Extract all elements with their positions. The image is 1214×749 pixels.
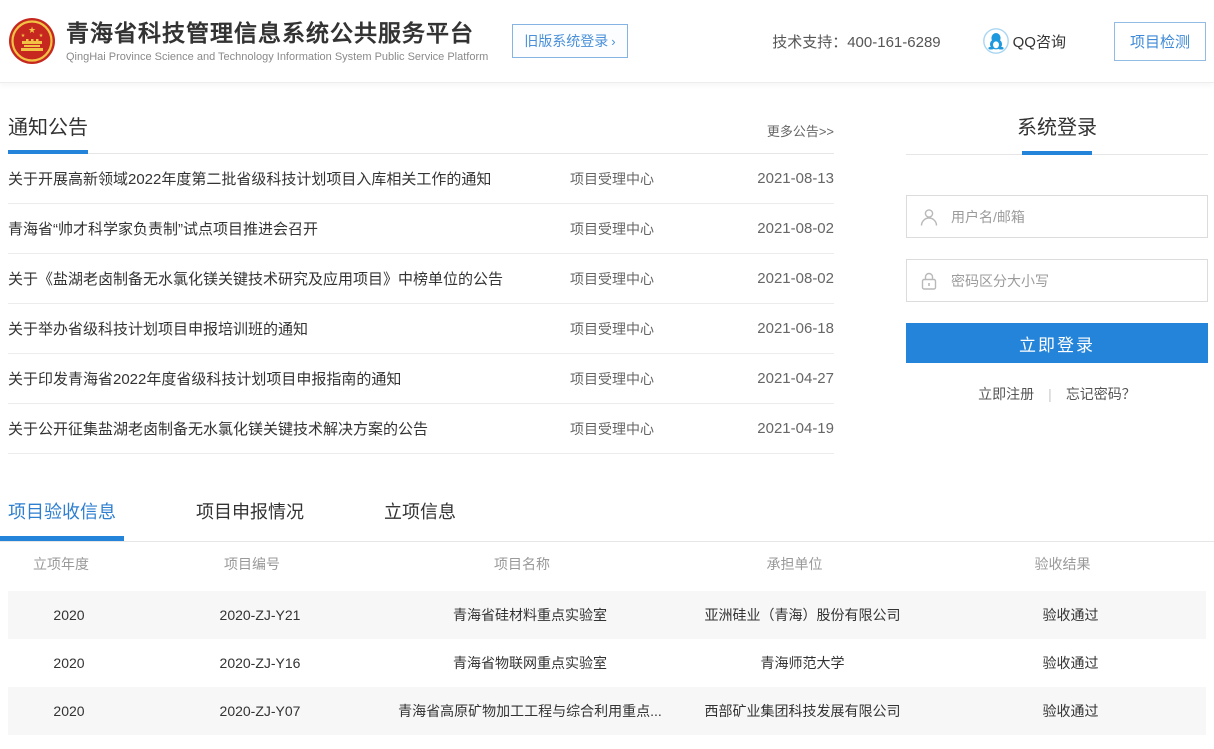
cell-code: 2020-ZJ-Y16 — [130, 655, 390, 671]
notice-title-underline — [8, 153, 834, 154]
notice-item: 关于公开征集盐湖老卤制备无水氯化镁关键技术解决方案的公告 项目受理中心 2021… — [8, 404, 834, 454]
notice-item: 关于《盐湖老卤制备无水氯化镁关键技术研究及应用项目》中榜单位的公告 项目受理中心… — [8, 254, 834, 304]
notice-date: 2021-06-18 — [734, 320, 834, 337]
links-separator: | — [1048, 386, 1052, 402]
notice-link[interactable]: 关于《盐湖老卤制备无水氯化镁关键技术研究及应用项目》中榜单位的公告 — [8, 268, 560, 289]
cell-year: 2020 — [8, 655, 130, 671]
cell-org: 青海师范大学 — [670, 653, 935, 673]
notice-department: 项目受理中心 — [560, 369, 734, 389]
qq-icon — [983, 28, 1009, 54]
user-icon — [919, 207, 939, 227]
cell-result: 验收通过 — [935, 653, 1206, 673]
svg-text:★: ★ — [39, 33, 44, 39]
table-row: 2020 2020-ZJ-Y07 青海省高原矿物加工工程与综合利用重点... 西… — [8, 687, 1206, 735]
forgot-password-link[interactable]: 忘记密码？ — [1066, 386, 1136, 402]
project-info-section: 项目验收信息 项目申报情况 立项信息 立项年度 项目编号 项目名称 承担单位 验… — [0, 498, 1214, 735]
tab-approval-info[interactable]: 立项信息 — [384, 498, 456, 541]
password-field-box — [906, 259, 1208, 302]
qq-consult-link[interactable]: QQ咨询 — [983, 28, 1066, 54]
notice-date: 2021-04-27 — [734, 370, 834, 387]
notice-department: 项目受理中心 — [560, 219, 734, 239]
header-right-group: 技术支持：400-161-6289 QQ咨询 项目检测 — [772, 22, 1206, 61]
cell-org: 西部矿业集团科技发展有限公司 — [670, 701, 935, 721]
site-subtitle: QingHai Province Science and Technology … — [66, 51, 488, 63]
cell-year: 2020 — [8, 607, 130, 623]
table-row: 2020 2020-ZJ-Y21 青海省硅材料重点实验室 亚洲硅业（青海）股份有… — [8, 591, 1206, 639]
notice-date: 2021-04-19 — [734, 420, 834, 437]
col-header-result: 验收结果 — [927, 554, 1198, 574]
brand-block: 青海省科技管理信息系统公共服务平台 QingHai Province Scien… — [66, 19, 488, 63]
notice-item: 关于印发青海省2022年度省级科技计划项目申报指南的通知 项目受理中心 2021… — [8, 354, 834, 404]
notice-link[interactable]: 青海省“帅才科学家负责制”试点项目推进会召开 — [8, 218, 560, 239]
login-title-underline — [906, 154, 1208, 155]
notice-date: 2021-08-02 — [734, 220, 834, 237]
login-panel: 系统登录 立即登录 立即注册 | 忘记密码？ — [906, 111, 1208, 454]
cell-name: 青海省高原矿物加工工程与综合利用重点... — [390, 701, 670, 721]
notice-section: 通知公告 更多公告>> 关于开展高新领域2022年度第二批省级科技计划项目入库相… — [8, 111, 834, 454]
notice-date: 2021-08-02 — [734, 270, 834, 287]
login-links-row: 立即注册 | 忘记密码？ — [906, 384, 1208, 404]
cell-result: 验收通过 — [935, 701, 1206, 721]
project-tabs: 项目验收信息 项目申报情况 立项信息 — [0, 498, 1214, 541]
tab-application-status[interactable]: 项目申报情况 — [196, 498, 304, 541]
notice-link[interactable]: 关于印发青海省2022年度省级科技计划项目申报指南的通知 — [8, 368, 560, 389]
username-field-box — [906, 195, 1208, 238]
notice-department: 项目受理中心 — [560, 319, 734, 339]
cell-name: 青海省硅材料重点实验室 — [390, 605, 670, 625]
notice-link[interactable]: 关于公开征集盐湖老卤制备无水氯化镁关键技术解决方案的公告 — [8, 418, 560, 439]
tab-acceptance-info[interactable]: 项目验收信息 — [8, 498, 116, 541]
old-version-login-label: 旧版系统登录 — [524, 33, 608, 49]
chevron-right-icon: › — [611, 34, 615, 49]
password-input[interactable] — [951, 273, 1197, 289]
svg-text:★: ★ — [28, 25, 36, 35]
notice-list: 关于开展高新领域2022年度第二批省级科技计划项目入库相关工作的通知 项目受理中… — [8, 154, 834, 454]
support-hotline: 技术支持：400-161-6289 — [772, 31, 940, 52]
login-button[interactable]: 立即登录 — [906, 323, 1208, 363]
cell-name: 青海省物联网重点实验室 — [390, 653, 670, 673]
login-panel-title: 系统登录 — [906, 111, 1208, 140]
cell-org: 亚洲硅业（青海）股份有限公司 — [670, 605, 935, 625]
notice-item: 青海省“帅才科学家负责制”试点项目推进会召开 项目受理中心 2021-08-02 — [8, 204, 834, 254]
table-row: 2020 2020-ZJ-Y16 青海省物联网重点实验室 青海师范大学 验收通过 — [8, 639, 1206, 687]
notice-link[interactable]: 关于开展高新领域2022年度第二批省级科技计划项目入库相关工作的通知 — [8, 168, 560, 189]
project-check-button[interactable]: 项目检测 — [1114, 22, 1206, 61]
svg-text:★: ★ — [21, 33, 26, 39]
cell-code: 2020-ZJ-Y21 — [130, 607, 390, 623]
site-title: 青海省科技管理信息系统公共服务平台 — [66, 19, 488, 48]
col-header-org: 承担单位 — [662, 554, 927, 574]
acceptance-table: 立项年度 项目编号 项目名称 承担单位 验收结果 2020 2020-ZJ-Y2… — [0, 542, 1214, 735]
lock-icon — [919, 271, 939, 291]
notice-department: 项目受理中心 — [560, 269, 734, 289]
qq-consult-label: QQ咨询 — [1013, 31, 1066, 52]
page-header: ★ ★ ★ 青海省科技管理信息系统公共服务平台 QingHai Province… — [0, 0, 1214, 83]
table-body: 2020 2020-ZJ-Y21 青海省硅材料重点实验室 亚洲硅业（青海）股份有… — [0, 591, 1214, 735]
col-header-name: 项目名称 — [382, 554, 662, 574]
notice-item: 关于举办省级科技计划项目申报培训班的通知 项目受理中心 2021-06-18 — [8, 304, 834, 354]
table-header-row: 立项年度 项目编号 项目名称 承担单位 验收结果 — [0, 542, 1214, 586]
notice-department: 项目受理中心 — [560, 419, 734, 439]
cell-code: 2020-ZJ-Y07 — [130, 703, 390, 719]
notice-link[interactable]: 关于举办省级科技计划项目申报培训班的通知 — [8, 318, 560, 339]
login-form: 立即登录 立即注册 | 忘记密码？ — [906, 195, 1208, 404]
register-link[interactable]: 立即注册 — [978, 386, 1034, 402]
main-content: 通知公告 更多公告>> 关于开展高新领域2022年度第二批省级科技计划项目入库相… — [0, 83, 1214, 454]
notice-item: 关于开展高新领域2022年度第二批省级科技计划项目入库相关工作的通知 项目受理中… — [8, 154, 834, 204]
username-input[interactable] — [951, 209, 1197, 225]
notice-section-title: 通知公告 — [8, 111, 88, 140]
cell-result: 验收通过 — [935, 605, 1206, 625]
more-notices-link[interactable]: 更多公告>> — [767, 121, 834, 140]
old-version-login-button[interactable]: 旧版系统登录› — [512, 24, 627, 58]
cell-year: 2020 — [8, 703, 130, 719]
col-header-year: 立项年度 — [0, 554, 122, 574]
national-emblem-icon: ★ ★ ★ — [8, 17, 56, 65]
notice-department: 项目受理中心 — [560, 169, 734, 189]
col-header-code: 项目编号 — [122, 554, 382, 574]
notice-date: 2021-08-13 — [734, 170, 834, 187]
